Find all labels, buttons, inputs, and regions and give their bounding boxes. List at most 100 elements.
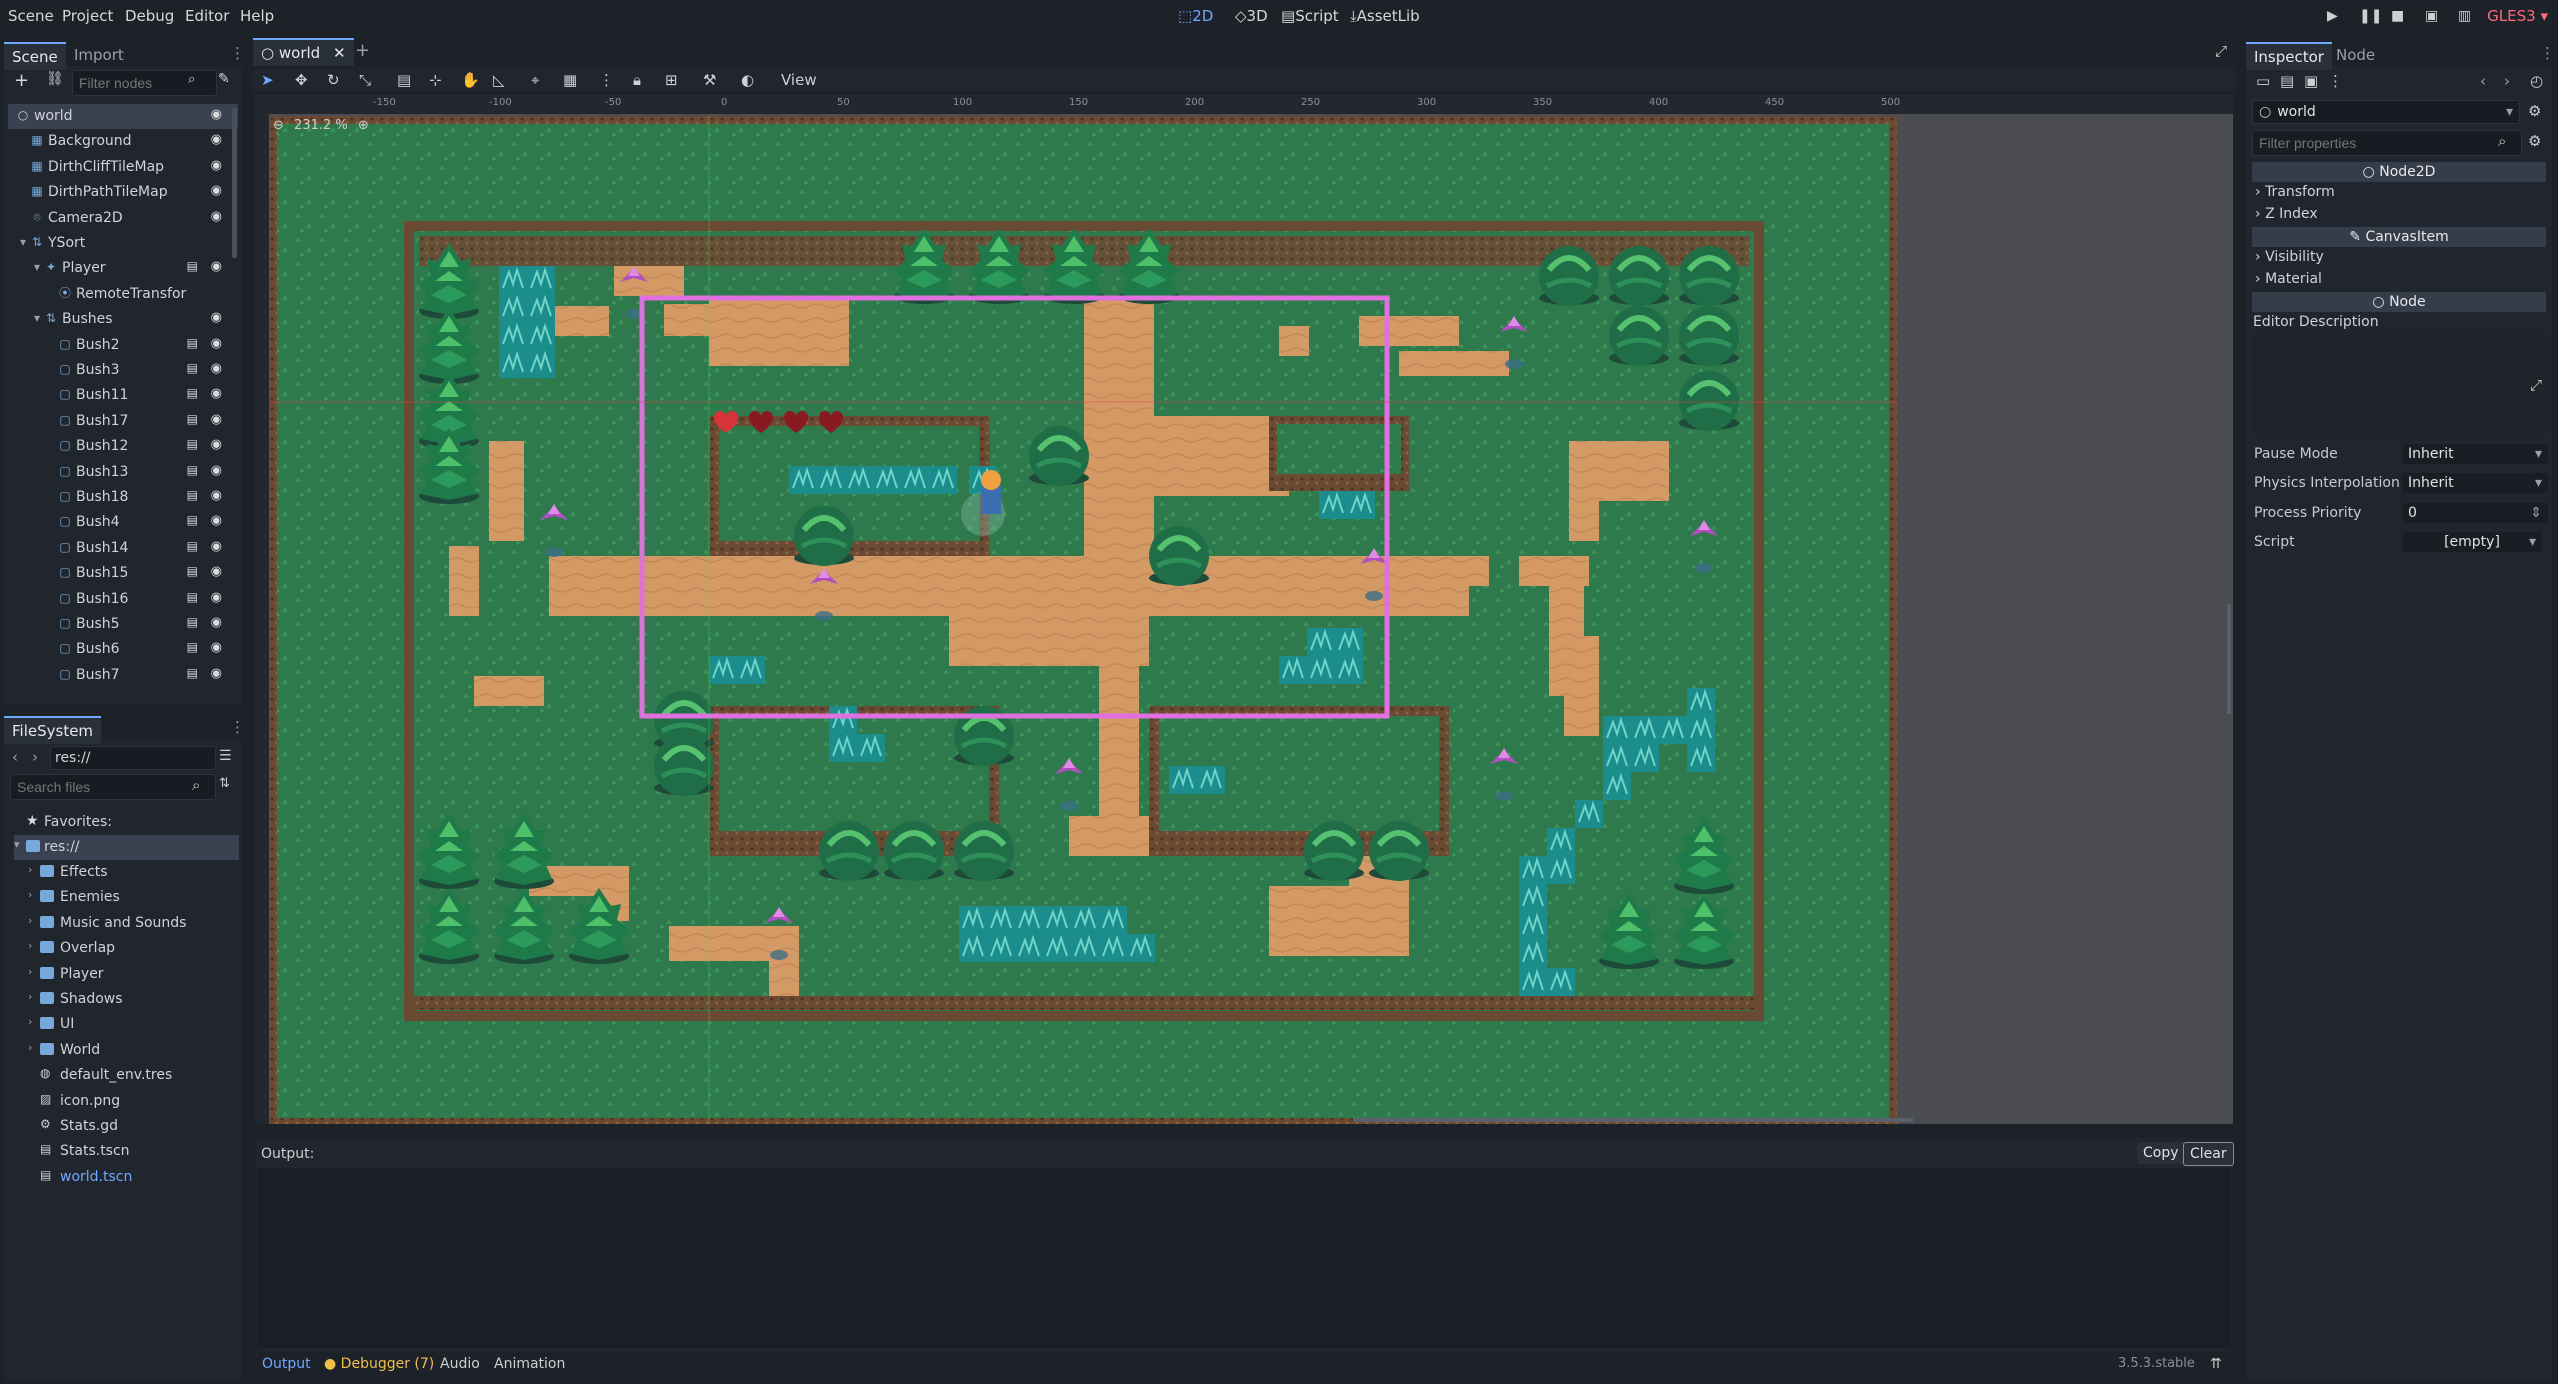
grid-snap-icon[interactable]: ▦: [563, 71, 577, 89]
more-icon[interactable]: ⋮: [2328, 72, 2343, 90]
scene-tree-item[interactable]: ▾ ⇅ YSort: [8, 231, 238, 256]
open-scene-icon[interactable]: ▤: [187, 564, 198, 578]
tab-output[interactable]: Output: [262, 1356, 311, 1372]
scene-tree-item[interactable]: ▢ Bush12 ◉ ▤: [8, 434, 238, 459]
play-icon[interactable]: ▶: [2327, 8, 2338, 24]
dock-menu-icon[interactable]: ⋮: [230, 718, 245, 736]
file-item[interactable]: › World: [14, 1038, 239, 1063]
tab-filesystem[interactable]: FileSystem: [4, 716, 102, 744]
renderer-select[interactable]: GLES3 ▾: [2487, 7, 2548, 25]
visibility-eye-icon[interactable]: ◉: [211, 412, 222, 427]
visibility-eye-icon[interactable]: ◉: [211, 640, 222, 655]
sort-icon[interactable]: ⇅: [219, 776, 230, 791]
viewport-vscrollbar[interactable]: [2227, 604, 2231, 714]
scene-tree-item[interactable]: ⌾ Camera2D ◉: [8, 206, 238, 231]
file-item[interactable]: ▤ Stats.tscn: [14, 1139, 239, 1164]
visibility-eye-icon[interactable]: ◉: [211, 107, 222, 122]
history-icon[interactable]: ◴: [2530, 72, 2543, 90]
select-tool-icon[interactable]: ➤: [261, 71, 274, 89]
open-scene-icon[interactable]: ▤: [187, 437, 198, 451]
open-scene-icon[interactable]: ▤: [187, 361, 198, 375]
chevron-right-icon[interactable]: ›: [28, 990, 32, 1003]
scene-tab-world[interactable]: ○ world ✕: [253, 38, 354, 66]
visibility-eye-icon[interactable]: ◉: [211, 513, 222, 528]
zoom-level[interactable]: 231.2 %: [294, 118, 348, 133]
visibility-eye-icon[interactable]: ◉: [211, 183, 222, 198]
open-scene-icon[interactable]: ▤: [187, 615, 198, 629]
property-value[interactable]: Inherit ▾: [2402, 444, 2548, 464]
visibility-eye-icon[interactable]: ◉: [211, 310, 222, 325]
add-node-icon[interactable]: +: [14, 70, 29, 91]
open-scene-icon[interactable]: ▤: [187, 386, 198, 400]
clear-button[interactable]: Clear: [2183, 1142, 2234, 1166]
file-item[interactable]: ▤ world.tscn: [14, 1165, 239, 1190]
dock-menu-icon[interactable]: ⋮: [2540, 44, 2555, 62]
visibility-eye-icon[interactable]: ◉: [211, 386, 222, 401]
mode-script-button[interactable]: ▤Script: [1281, 7, 1339, 25]
visibility-eye-icon[interactable]: ◉: [211, 437, 222, 452]
tab-audio[interactable]: Audio: [440, 1356, 480, 1372]
scene-tree-item[interactable]: ▢ Bush3 ◉ ▤: [8, 358, 238, 383]
scene-tree-item[interactable]: ▦ DirthCliffTileMap ◉: [8, 155, 238, 180]
property-value[interactable]: Inherit ▾: [2402, 473, 2548, 494]
open-scene-icon[interactable]: ▤: [187, 666, 198, 680]
tab-node[interactable]: Node: [2328, 42, 2383, 68]
open-scene-icon[interactable]: ▤: [187, 590, 198, 604]
game-world-canvas[interactable]: [269, 116, 1897, 1124]
scene-tree-item[interactable]: ▢ Bush18 ◉ ▤: [8, 485, 238, 510]
open-scene-icon[interactable]: ▤: [187, 259, 198, 273]
skeleton-icon[interactable]: ⚒: [703, 71, 716, 89]
forward-arrow-icon[interactable]: ›: [2504, 72, 2510, 90]
chevron-down-icon[interactable]: ▾: [16, 235, 30, 249]
group-material[interactable]: › Material: [2255, 271, 2322, 287]
property-value[interactable]: 0 ⇕: [2402, 502, 2548, 523]
scene-tree-item[interactable]: ▢ Bush14 ◉ ▤: [8, 536, 238, 561]
scene-tree-item[interactable]: ⦿ RemoteTransfor: [8, 282, 238, 307]
pivot-icon[interactable]: ⊹: [429, 71, 442, 89]
pan-tool-icon[interactable]: ✋: [461, 71, 480, 89]
visibility-eye-icon[interactable]: ◉: [211, 488, 222, 503]
file-item[interactable]: › Overlap: [14, 936, 239, 961]
open-scene-icon[interactable]: ▤: [187, 539, 198, 553]
new-tab-icon[interactable]: +: [355, 40, 370, 61]
canvas-viewport[interactable]: -150 -100 -50 0 50 100 150 200 250 300 350 400 450 50…: [255, 94, 2233, 1124]
mode-3d-button[interactable]: ◇3D: [1235, 7, 1268, 25]
object-selector[interactable]: ○ world ▾: [2252, 100, 2520, 124]
file-item[interactable]: ◍ default_env.tres: [14, 1063, 239, 1088]
menu-editor[interactable]: Editor: [185, 7, 229, 25]
search-files-input[interactable]: [10, 774, 216, 800]
scene-tree-item[interactable]: ▢ Bush7 ◉ ▤: [8, 663, 238, 688]
open-scene-icon[interactable]: ▤: [187, 513, 198, 527]
visibility-eye-icon[interactable]: ◉: [211, 564, 222, 579]
scale-tool-icon[interactable]: ⤡: [359, 71, 371, 89]
open-scene-icon[interactable]: ▤: [187, 412, 198, 426]
tab-animation[interactable]: Animation: [494, 1356, 565, 1372]
path-field[interactable]: res://: [50, 746, 216, 770]
new-resource-icon[interactable]: ▭: [2256, 72, 2270, 90]
save-icon[interactable]: ▣: [2304, 72, 2318, 90]
scene-tree-item[interactable]: ▢ Bush2 ◉ ▤: [8, 333, 238, 358]
tab-import[interactable]: Import: [66, 42, 132, 68]
back-arrow-icon[interactable]: ‹: [12, 748, 18, 766]
visibility-eye-icon[interactable]: ◉: [211, 361, 222, 376]
file-item[interactable]: › Player: [14, 962, 239, 987]
scene-tree-item[interactable]: ▾ ✦ Player ◉ ▤: [8, 256, 238, 281]
file-item[interactable]: › Enemies: [14, 885, 239, 910]
snap-icon[interactable]: ⌖: [531, 71, 539, 89]
scene-tree-item[interactable]: ▦ DirthPathTileMap ◉: [8, 180, 238, 205]
scene-tree-scrollbar[interactable]: [232, 108, 237, 258]
zoom-in-icon[interactable]: ⊕: [358, 118, 369, 133]
menu-scene[interactable]: Scene: [8, 7, 54, 25]
chevron-right-icon[interactable]: ›: [28, 939, 32, 952]
favorites-row[interactable]: ★ Favorites:: [14, 810, 239, 835]
play-custom-scene-icon[interactable]: ▥: [2458, 8, 2471, 24]
chevron-right-icon[interactable]: ›: [28, 888, 32, 901]
rotate-tool-icon[interactable]: ↻: [327, 71, 340, 89]
view-menu[interactable]: View: [781, 71, 817, 89]
menu-help[interactable]: Help: [240, 7, 274, 25]
file-item[interactable]: › UI: [14, 1012, 239, 1037]
visibility-eye-icon[interactable]: ◉: [211, 539, 222, 554]
ruler-tool-icon[interactable]: ◺: [493, 71, 505, 89]
scene-tree-item[interactable]: ▢ Bush13 ◉ ▤: [8, 460, 238, 485]
property-value[interactable]: [empty] ▾: [2402, 531, 2542, 552]
